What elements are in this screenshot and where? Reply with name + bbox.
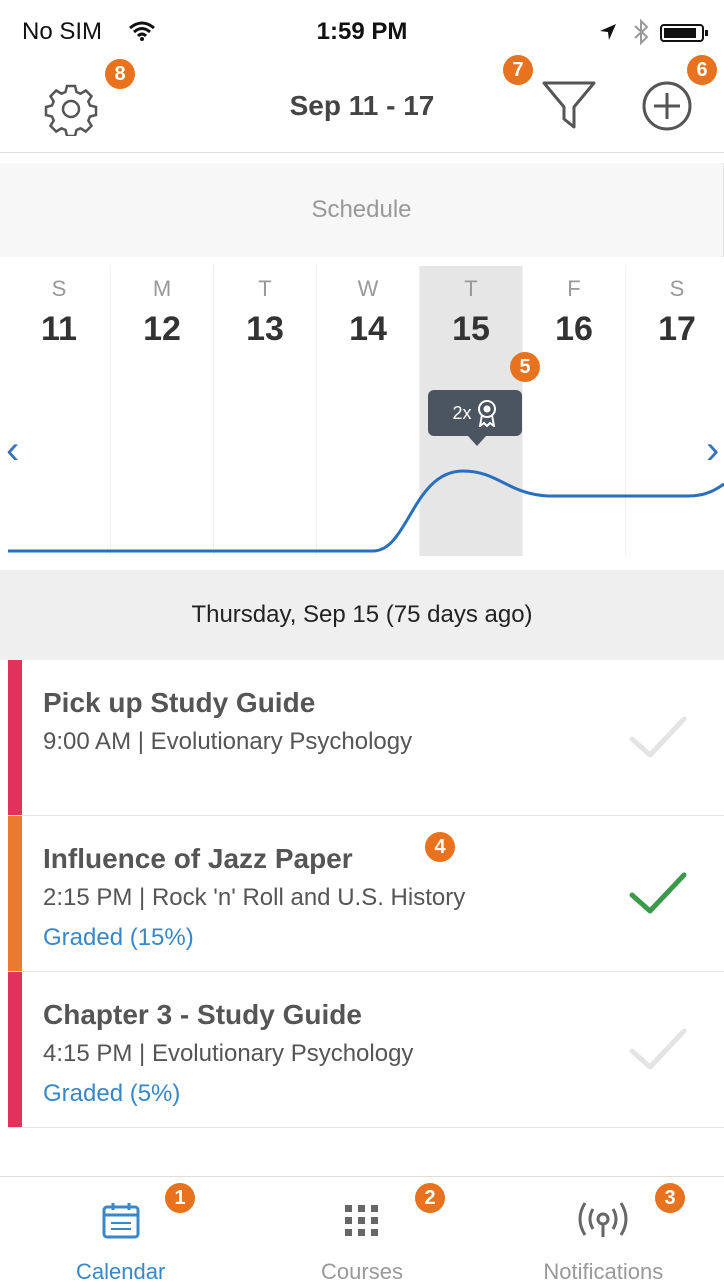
status-bar: No SIM 1:59 PM [0,0,724,62]
tab-label: Courses [321,1259,403,1281]
view-segmented-control: Schedule Week [0,163,724,733]
graded-label: Graded (15%) [43,924,194,951]
complete-checkmark-icon[interactable] [628,871,688,922]
event-list-item[interactable]: Pick up Study Guide 9:00 AM | Evolutionar… [8,660,724,816]
selected-date-header: Thursday, Sep 15 (75 days ago) [0,570,724,660]
complete-checkmark-icon[interactable] [628,715,688,766]
add-button[interactable] [640,79,694,138]
segment-schedule[interactable]: Schedule [0,163,724,257]
bluetooth-icon [632,18,650,51]
tab-bar: Calendar Courses Notifications [0,1176,724,1281]
course-color-bar [8,972,22,1127]
ribbon-award-icon [477,400,496,427]
tab-label: Calendar [76,1259,166,1281]
tab-notifications[interactable]: Notifications [483,1177,724,1281]
badge-1: 1 [165,1183,195,1213]
award-tooltip[interactable]: 2x [428,390,522,446]
badge-6: 6 [687,55,717,85]
complete-checkmark-icon[interactable] [628,1027,688,1078]
badge-3: 3 [655,1183,685,1213]
event-list-item[interactable]: Influence of Jazz Paper 2:15 PM | Rock 'n… [8,816,724,972]
event-title: Influence of Jazz Paper [43,843,353,874]
filter-icon [542,81,596,129]
graded-label: Graded (5%) [43,1080,181,1107]
event-time-course: 9:00 AM | Evolutionary Psychology [43,728,413,755]
badge-4: 4 [425,832,455,862]
battery-icon [660,24,710,42]
activity-curve [8,469,724,553]
next-week-arrow[interactable]: › [706,428,719,473]
filter-button[interactable] [540,77,598,140]
course-color-bar [8,660,22,815]
event-list: Pick up Study Guide 9:00 AM | Evolutionar… [8,660,724,1128]
event-title: Pick up Study Guide [43,687,316,718]
page-title: Sep 11 - 17 [289,90,435,121]
calendar-icon [100,1199,142,1246]
grid-icon [341,1199,383,1246]
prev-week-arrow[interactable]: ‹ [6,428,19,473]
event-time-course: 4:15 PM | Evolutionary Psychology [43,1040,414,1067]
navigation-header: 8 Sep 11 - 17 7 6 [0,55,724,153]
badge-5: 5 [510,352,540,382]
tab-courses[interactable]: Courses [241,1177,482,1281]
badge-8: 8 [105,59,135,89]
badge-7: 7 [503,55,533,85]
location-arrow-icon [598,22,618,47]
event-time-course: 2:15 PM | Rock 'n' Roll and U.S. History [43,884,466,911]
event-title: Chapter 3 - Study Guide [43,999,362,1030]
event-list-item[interactable]: Chapter 3 - Study Guide 4:15 PM | Evoluti… [8,972,724,1128]
tab-label: Notifications [543,1259,664,1281]
plus-circle-icon [642,81,692,131]
tab-calendar[interactable]: Calendar [0,1177,241,1281]
broadcast-icon [575,1199,631,1246]
course-color-bar [8,816,22,971]
award-count: 2x [452,402,472,423]
badge-2: 2 [415,1183,445,1213]
